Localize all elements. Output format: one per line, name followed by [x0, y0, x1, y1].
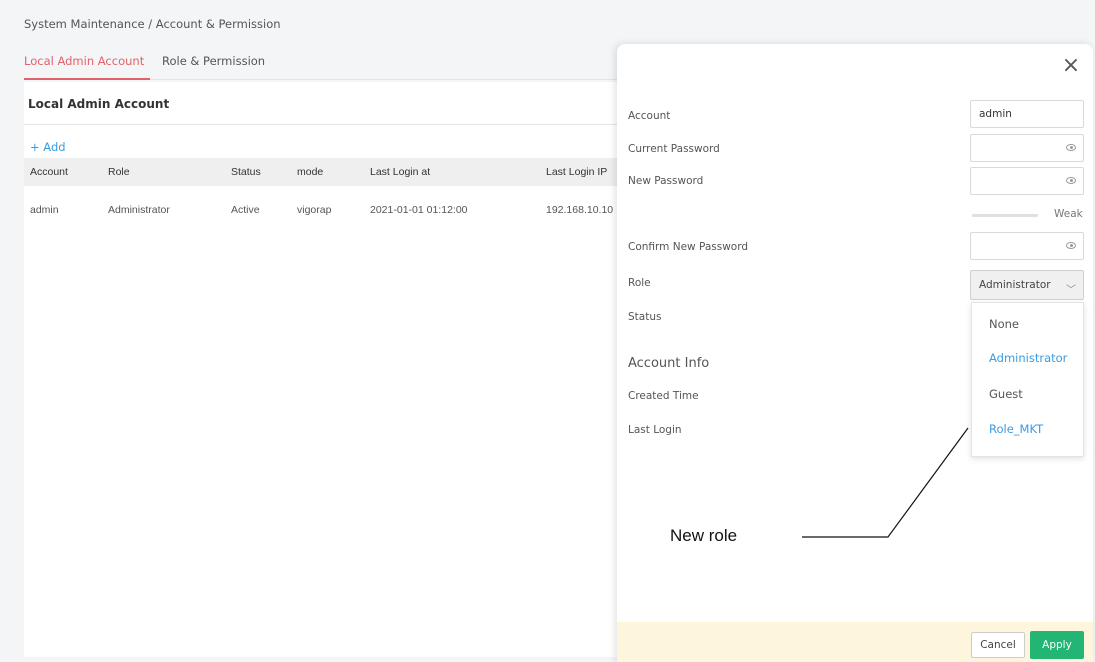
eye-icon[interactable]	[1066, 242, 1076, 249]
card-title: Local Admin Account	[28, 97, 170, 111]
column-header-account[interactable]: Account	[30, 166, 68, 178]
role-select-value: Administrator	[979, 279, 1051, 291]
eye-icon[interactable]	[1066, 144, 1076, 151]
table-header: Account Role Status mode Last Login at L…	[24, 158, 624, 186]
tab-bar: Local Admin Account Role & Permission	[24, 48, 644, 80]
account-field[interactable]: admin	[970, 100, 1084, 128]
eye-icon[interactable]	[1066, 177, 1076, 184]
role-option-role-mkt[interactable]: Role_MKT	[989, 422, 1043, 436]
new-password-field[interactable]	[970, 167, 1084, 195]
cell-last-login-at: 2021-01-01 01:12:00	[370, 204, 468, 216]
role-select[interactable]: Administrator ﹀	[970, 270, 1084, 300]
apply-button[interactable]: Apply	[1030, 631, 1084, 659]
add-account-button[interactable]: + Add	[30, 140, 66, 154]
close-icon[interactable]: ×	[1057, 52, 1085, 80]
account-info-title: Account Info	[628, 356, 710, 371]
active-tab-indicator	[24, 78, 150, 80]
role-label: Role	[628, 277, 651, 289]
column-header-last-login-at[interactable]: Last Login at	[370, 166, 430, 178]
new-password-label: New Password	[628, 175, 704, 187]
account-label: Account	[628, 110, 671, 122]
last-login-label: Last Login	[628, 424, 682, 436]
column-header-mode[interactable]: mode	[297, 166, 323, 178]
role-dropdown-menu: None Administrator Guest Role_MKT	[971, 302, 1084, 457]
created-time-label: Created Time	[628, 390, 699, 402]
password-strength-bar	[972, 214, 1038, 217]
account-card: Local Admin Account + Add Account Role S…	[24, 82, 624, 657]
divider	[24, 124, 624, 125]
cell-last-login-ip: 192.168.10.10	[546, 204, 614, 216]
status-label: Status	[628, 311, 662, 323]
tab-local-admin-account[interactable]: Local Admin Account	[24, 54, 144, 68]
cancel-button[interactable]: Cancel	[971, 632, 1025, 658]
column-header-status[interactable]: Status	[231, 166, 261, 178]
role-option-administrator[interactable]: Administrator	[989, 351, 1067, 365]
password-strength-label: Weak	[1054, 208, 1083, 220]
cell-role: Administrator	[108, 204, 170, 216]
cell-account: admin	[30, 204, 59, 216]
column-header-last-login-ip[interactable]: Last Login IP	[546, 166, 607, 178]
cell-mode: vigorap	[297, 204, 332, 216]
tab-role-permission[interactable]: Role & Permission	[162, 54, 265, 68]
confirm-password-field[interactable]	[970, 232, 1084, 260]
column-header-role[interactable]: Role	[108, 166, 130, 178]
role-option-guest[interactable]: Guest	[989, 387, 1023, 401]
role-option-none[interactable]: None	[989, 317, 1019, 331]
breadcrumb: System Maintenance / Account & Permissio…	[24, 17, 281, 31]
current-password-label: Current Password	[628, 143, 720, 155]
cell-status: Active	[231, 204, 260, 216]
chevron-down-icon: ﹀	[1066, 285, 1076, 296]
annotation-label: New role	[670, 526, 738, 545]
table-row[interactable]: admin Administrator Active vigorap 2021-…	[24, 196, 624, 224]
current-password-field[interactable]	[970, 134, 1084, 162]
drawer-footer: Cancel Apply	[617, 622, 1093, 662]
edit-account-drawer: × Account admin Current Password New Pas…	[617, 44, 1093, 662]
confirm-password-label: Confirm New Password	[628, 241, 749, 253]
